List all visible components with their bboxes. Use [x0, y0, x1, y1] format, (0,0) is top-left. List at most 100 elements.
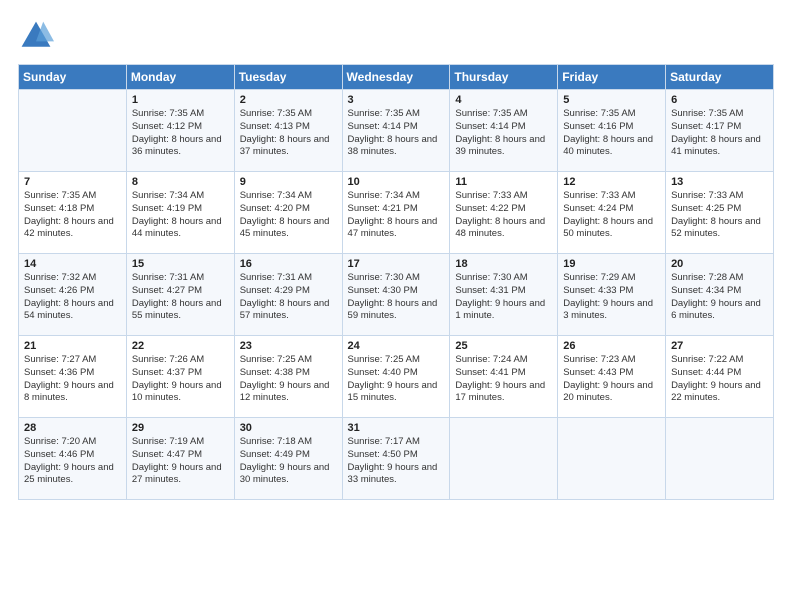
- cell-info: Sunrise: 7:34 AMSunset: 4:20 PMDaylight:…: [240, 190, 337, 241]
- week-row-2: 7 Sunrise: 7:35 AMSunset: 4:18 PMDaylight…: [19, 172, 774, 254]
- day-header-saturday: Saturday: [666, 65, 774, 90]
- cell-info: Sunrise: 7:30 AMSunset: 4:30 PMDaylight:…: [348, 272, 445, 323]
- cell-info: Sunrise: 7:27 AMSunset: 4:36 PMDaylight:…: [24, 354, 121, 405]
- calendar-cell: 13Sunrise: 7:33 AMSunset: 4:25 PMDayligh…: [666, 172, 774, 254]
- day-number: 1: [132, 94, 229, 106]
- calendar-cell: 20 Sunrise: 7:28 AMSunset: 4:34 PMDayligh…: [666, 254, 774, 336]
- calendar-cell: [558, 418, 666, 500]
- day-number: 14: [24, 258, 121, 270]
- day-number: 8: [132, 176, 229, 188]
- logo: [18, 18, 58, 54]
- week-row-4: 21 Sunrise: 7:27 AMSunset: 4:36 PMDayligh…: [19, 336, 774, 418]
- calendar-cell: 9Sunrise: 7:34 AMSunset: 4:20 PMDaylight…: [234, 172, 342, 254]
- cell-info: Sunrise: 7:33 AMSunset: 4:24 PMDaylight:…: [563, 190, 660, 241]
- calendar-cell: 11 Sunrise: 7:33 AMSunset: 4:22 PMDayligh…: [450, 172, 558, 254]
- cell-info: Sunrise: 7:26 AMSunset: 4:37 PMDaylight:…: [132, 354, 229, 405]
- day-number: 29: [132, 422, 229, 434]
- calendar-cell: 14Sunrise: 7:32 AMSunset: 4:26 PMDayligh…: [19, 254, 127, 336]
- day-number: 31: [348, 422, 445, 434]
- calendar-table: SundayMondayTuesdayWednesdayThursdayFrid…: [18, 64, 774, 500]
- calendar-cell: 12Sunrise: 7:33 AMSunset: 4:24 PMDayligh…: [558, 172, 666, 254]
- day-number: 27: [671, 340, 768, 352]
- calendar-cell: 25Sunrise: 7:24 AMSunset: 4:41 PMDayligh…: [450, 336, 558, 418]
- cell-info: Sunrise: 7:20 AMSunset: 4:46 PMDaylight:…: [24, 436, 121, 487]
- calendar-cell: 5 Sunrise: 7:35 AMSunset: 4:16 PMDaylight…: [558, 90, 666, 172]
- cell-info: Sunrise: 7:35 AMSunset: 4:18 PMDaylight:…: [24, 190, 121, 241]
- calendar-cell: 2Sunrise: 7:35 AMSunset: 4:13 PMDaylight…: [234, 90, 342, 172]
- cell-info: Sunrise: 7:17 AMSunset: 4:50 PMDaylight:…: [348, 436, 445, 487]
- cell-info: Sunrise: 7:34 AMSunset: 4:21 PMDaylight:…: [348, 190, 445, 241]
- week-row-3: 14Sunrise: 7:32 AMSunset: 4:26 PMDayligh…: [19, 254, 774, 336]
- calendar-cell: 19 Sunrise: 7:29 AMSunset: 4:33 PMDayligh…: [558, 254, 666, 336]
- day-number: 22: [132, 340, 229, 352]
- cell-info: Sunrise: 7:35 AMSunset: 4:13 PMDaylight:…: [240, 108, 337, 159]
- cell-info: Sunrise: 7:24 AMSunset: 4:41 PMDaylight:…: [455, 354, 552, 405]
- page: SundayMondayTuesdayWednesdayThursdayFrid…: [0, 0, 792, 612]
- calendar-cell: 1 Sunrise: 7:35 AMSunset: 4:12 PMDaylight…: [126, 90, 234, 172]
- calendar-cell: [666, 418, 774, 500]
- day-number: 6: [671, 94, 768, 106]
- week-row-5: 28 Sunrise: 7:20 AMSunset: 4:46 PMDayligh…: [19, 418, 774, 500]
- calendar-cell: [450, 418, 558, 500]
- day-header-monday: Monday: [126, 65, 234, 90]
- calendar-cell: 10Sunrise: 7:34 AMSunset: 4:21 PMDayligh…: [342, 172, 450, 254]
- calendar-cell: 3 Sunrise: 7:35 AMSunset: 4:14 PMDaylight…: [342, 90, 450, 172]
- cell-info: Sunrise: 7:19 AMSunset: 4:47 PMDaylight:…: [132, 436, 229, 487]
- calendar-cell: [19, 90, 127, 172]
- calendar-cell: 15 Sunrise: 7:31 AMSunset: 4:27 PMDayligh…: [126, 254, 234, 336]
- cell-info: Sunrise: 7:28 AMSunset: 4:34 PMDaylight:…: [671, 272, 768, 323]
- day-header-tuesday: Tuesday: [234, 65, 342, 90]
- day-number: 26: [563, 340, 660, 352]
- calendar-cell: 26 Sunrise: 7:23 AMSunset: 4:43 PMDayligh…: [558, 336, 666, 418]
- cell-info: Sunrise: 7:35 AMSunset: 4:17 PMDaylight:…: [671, 108, 768, 159]
- calendar-cell: 27 Sunrise: 7:22 AMSunset: 4:44 PMDayligh…: [666, 336, 774, 418]
- week-row-1: 1 Sunrise: 7:35 AMSunset: 4:12 PMDaylight…: [19, 90, 774, 172]
- cell-info: Sunrise: 7:35 AMSunset: 4:14 PMDaylight:…: [455, 108, 552, 159]
- day-number: 11: [455, 176, 552, 188]
- day-number: 30: [240, 422, 337, 434]
- cell-info: Sunrise: 7:34 AMSunset: 4:19 PMDaylight:…: [132, 190, 229, 241]
- day-number: 17: [348, 258, 445, 270]
- calendar-cell: 24 Sunrise: 7:25 AMSunset: 4:40 PMDayligh…: [342, 336, 450, 418]
- header: [18, 18, 774, 54]
- calendar-cell: 29 Sunrise: 7:19 AMSunset: 4:47 PMDayligh…: [126, 418, 234, 500]
- day-number: 28: [24, 422, 121, 434]
- day-number: 23: [240, 340, 337, 352]
- logo-icon: [18, 18, 54, 54]
- cell-info: Sunrise: 7:23 AMSunset: 4:43 PMDaylight:…: [563, 354, 660, 405]
- cell-info: Sunrise: 7:35 AMSunset: 4:12 PMDaylight:…: [132, 108, 229, 159]
- calendar-cell: 30Sunrise: 7:18 AMSunset: 4:49 PMDayligh…: [234, 418, 342, 500]
- calendar-cell: 23Sunrise: 7:25 AMSunset: 4:38 PMDayligh…: [234, 336, 342, 418]
- cell-info: Sunrise: 7:33 AMSunset: 4:22 PMDaylight:…: [455, 190, 552, 241]
- cell-info: Sunrise: 7:30 AMSunset: 4:31 PMDaylight:…: [455, 272, 552, 323]
- day-number: 7: [24, 176, 121, 188]
- day-number: 20: [671, 258, 768, 270]
- day-number: 21: [24, 340, 121, 352]
- calendar-cell: 6 Sunrise: 7:35 AMSunset: 4:17 PMDaylight…: [666, 90, 774, 172]
- header-row: SundayMondayTuesdayWednesdayThursdayFrid…: [19, 65, 774, 90]
- cell-info: Sunrise: 7:29 AMSunset: 4:33 PMDaylight:…: [563, 272, 660, 323]
- day-number: 15: [132, 258, 229, 270]
- calendar-cell: 21 Sunrise: 7:27 AMSunset: 4:36 PMDayligh…: [19, 336, 127, 418]
- cell-info: Sunrise: 7:35 AMSunset: 4:14 PMDaylight:…: [348, 108, 445, 159]
- cell-info: Sunrise: 7:35 AMSunset: 4:16 PMDaylight:…: [563, 108, 660, 159]
- day-number: 16: [240, 258, 337, 270]
- calendar-cell: 16 Sunrise: 7:31 AMSunset: 4:29 PMDayligh…: [234, 254, 342, 336]
- day-header-friday: Friday: [558, 65, 666, 90]
- cell-info: Sunrise: 7:31 AMSunset: 4:27 PMDaylight:…: [132, 272, 229, 323]
- day-number: 3: [348, 94, 445, 106]
- day-number: 24: [348, 340, 445, 352]
- calendar-cell: 7 Sunrise: 7:35 AMSunset: 4:18 PMDaylight…: [19, 172, 127, 254]
- day-header-sunday: Sunday: [19, 65, 127, 90]
- day-number: 19: [563, 258, 660, 270]
- cell-info: Sunrise: 7:25 AMSunset: 4:40 PMDaylight:…: [348, 354, 445, 405]
- day-number: 4: [455, 94, 552, 106]
- calendar-cell: 4 Sunrise: 7:35 AMSunset: 4:14 PMDaylight…: [450, 90, 558, 172]
- calendar-cell: 17 Sunrise: 7:30 AMSunset: 4:30 PMDayligh…: [342, 254, 450, 336]
- day-number: 5: [563, 94, 660, 106]
- calendar-cell: 31 Sunrise: 7:17 AMSunset: 4:50 PMDayligh…: [342, 418, 450, 500]
- day-header-wednesday: Wednesday: [342, 65, 450, 90]
- cell-info: Sunrise: 7:31 AMSunset: 4:29 PMDaylight:…: [240, 272, 337, 323]
- cell-info: Sunrise: 7:22 AMSunset: 4:44 PMDaylight:…: [671, 354, 768, 405]
- day-number: 13: [671, 176, 768, 188]
